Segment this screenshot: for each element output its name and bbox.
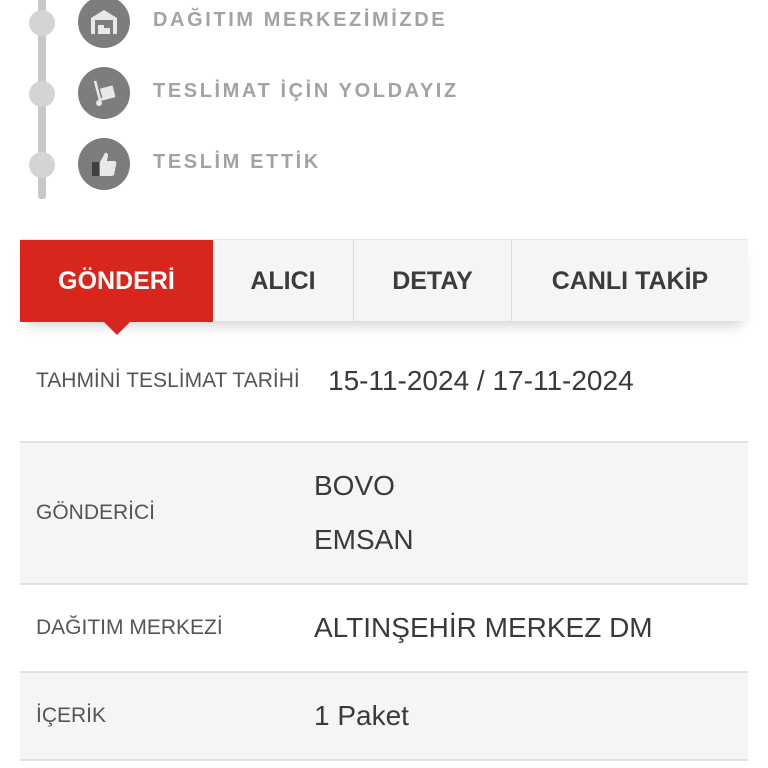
estimated-delivery-date: 15-11-2024 / 17-11-2024 <box>328 365 634 396</box>
info-row-content: İÇERİK 1 Paket <box>20 673 748 761</box>
timeline-step-on-the-way: TESLİMAT İÇİN YOLDAYIZ <box>0 67 768 119</box>
tab-live-tracking[interactable]: CANLI TAKİP <box>512 240 748 322</box>
sender-line: BOVO <box>314 470 395 501</box>
info-row-sender: GÖNDERİCİ BOVO EMSAN <box>20 443 748 585</box>
tab-shipment[interactable]: GÖNDERİ <box>20 240 213 335</box>
hand-truck-icon <box>78 67 130 119</box>
sender-value: BOVO EMSAN <box>314 459 748 567</box>
shipment-tabs: GÖNDERİ ALICI DETAY CANLI TAKİP <box>20 239 748 335</box>
thumbs-up-icon <box>78 138 130 190</box>
info-label: GÖNDERİCİ <box>36 501 156 524</box>
shipment-timeline: DAĞITIM MERKEZİMİZDE TESLİMAT İÇİN YOLDA… <box>0 0 768 200</box>
info-label: İÇERİK <box>36 704 107 727</box>
content-value: 1 Paket <box>314 700 409 731</box>
timeline-dot <box>29 152 55 178</box>
warehouse-icon <box>78 0 130 48</box>
tab-recipient[interactable]: ALICI <box>213 240 354 322</box>
distribution-center-value: ALTINŞEHİR MERKEZ DM <box>314 612 653 643</box>
timeline-step-label: TESLİM ETTİK <box>153 151 321 173</box>
timeline-step-label: DAĞITIM MERKEZİMİZDE <box>153 9 448 31</box>
timeline-dot <box>29 10 55 36</box>
info-label: TAHMİNİ TESLİMAT TARİHİ <box>36 369 300 392</box>
info-row-estimated-delivery: TAHMİNİ TESLİMAT TARİHİ 15-11-2024 / 17-… <box>20 321 748 443</box>
shipment-info-table: TAHMİNİ TESLİMAT TARİHİ 15-11-2024 / 17-… <box>20 321 748 761</box>
tab-details[interactable]: DETAY <box>354 240 512 322</box>
info-row-distribution-center: DAĞITIM MERKEZİ ALTINŞEHİR MERKEZ DM <box>20 585 748 673</box>
timeline-step-label: TESLİMAT İÇİN YOLDAYIZ <box>153 80 459 102</box>
timeline-step-distribution-center: DAĞITIM MERKEZİMİZDE <box>0 0 768 48</box>
info-label: DAĞITIM MERKEZİ <box>36 616 223 639</box>
timeline-step-delivered: TESLİM ETTİK <box>0 138 768 190</box>
sender-line: EMSAN <box>314 524 414 555</box>
timeline-dot <box>29 81 55 107</box>
